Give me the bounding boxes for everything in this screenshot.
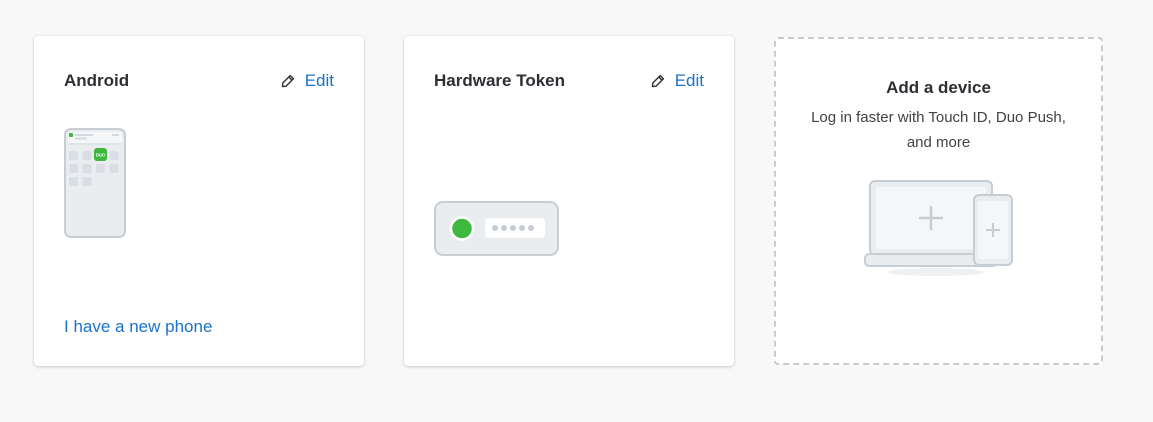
edit-label: Edit (674, 71, 704, 90)
device-card-title: Hardware Token (434, 71, 566, 90)
add-device-title: Add a device (886, 78, 991, 97)
app-badge-label: DUO (96, 153, 106, 158)
edit-hardware-token-button[interactable]: Edit (651, 70, 704, 92)
new-phone-link[interactable]: I have a new phone (64, 316, 212, 338)
pencil-icon (281, 74, 295, 88)
add-device-card[interactable]: Add a device Log in faster with Touch ID… (774, 37, 1103, 365)
edit-label: Edit (304, 71, 334, 90)
add-device-description: Log in faster with Touch ID, Duo Push, a… (811, 109, 1066, 151)
device-card-android: Android Edit DUO I have a new phone (34, 36, 364, 366)
edit-android-button[interactable]: Edit (281, 70, 334, 92)
hardware-token-icon (434, 201, 560, 262)
pencil-icon (651, 74, 665, 88)
add-devices-icon (864, 179, 1016, 284)
device-card-title: Android (64, 71, 130, 90)
device-card-hardware-token: Hardware Token Edit (404, 36, 734, 366)
phone-illustration-icon: DUO (64, 128, 126, 243)
